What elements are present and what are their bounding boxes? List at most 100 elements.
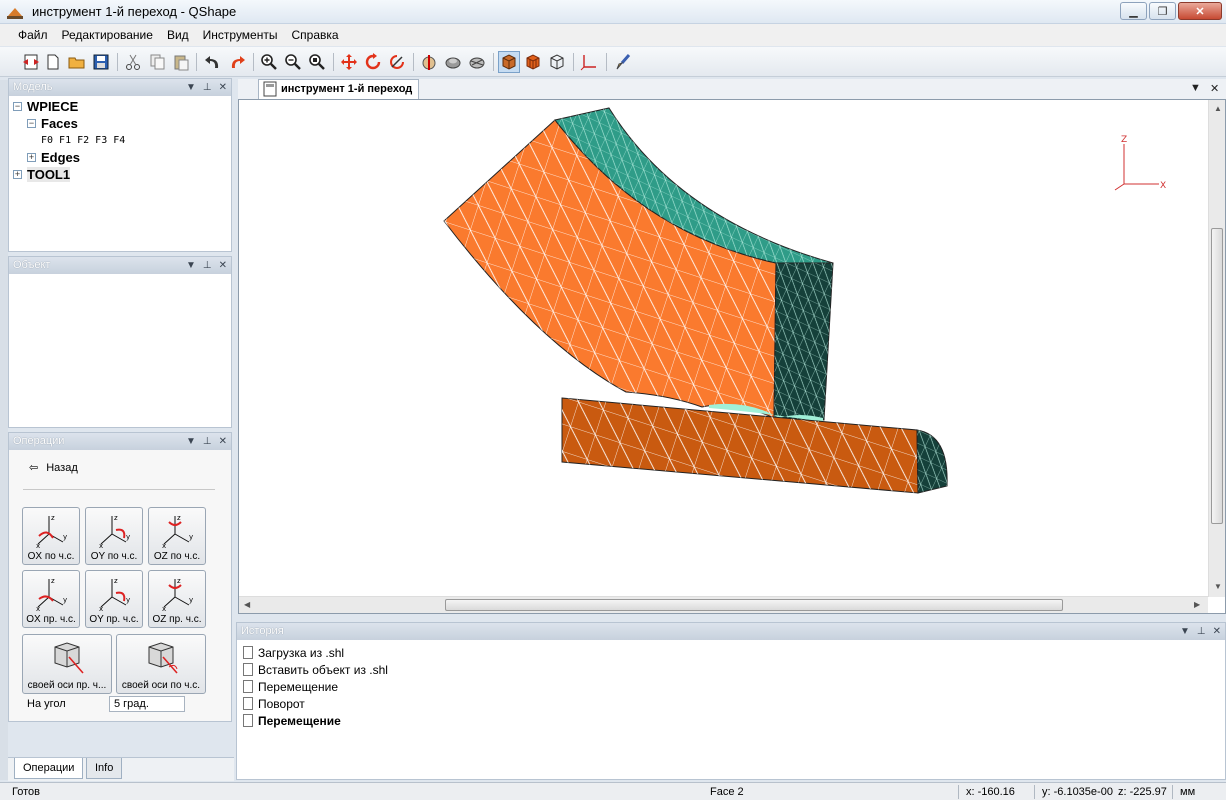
rotate-own-axis-ccw-button[interactable]: своей оси пр. ч... [22, 634, 112, 694]
collapse-icon[interactable]: − [27, 119, 36, 128]
close-icon[interactable]: ✕ [219, 257, 227, 274]
copy-icon[interactable] [146, 51, 168, 73]
history-item[interactable]: Перемещение [243, 678, 1225, 695]
tree-item-tool1[interactable]: + TOOL1 [13, 166, 231, 183]
pin-icon[interactable]: ⊥ [203, 433, 212, 450]
scroll-left-icon[interactable]: ◀ [244, 600, 250, 609]
close-icon[interactable]: ✕ [1210, 82, 1219, 95]
tab-operations[interactable]: Операции [14, 758, 84, 779]
scroll-down-icon[interactable]: ▼ [1214, 582, 1222, 591]
history-item-label: Поворот [258, 696, 305, 711]
svg-text:y: y [189, 596, 193, 604]
status-face: Face 2 [710, 786, 744, 798]
menu-help[interactable]: Справка [291, 28, 338, 42]
zoom-out-icon[interactable] [282, 51, 304, 73]
collapse-icon[interactable]: − [13, 102, 22, 111]
scroll-right-icon[interactable]: ▶ [1194, 600, 1200, 609]
rotate-oz-ccw-button[interactable]: z y x OZ пр. ч.с. [148, 570, 206, 628]
tree-item-wpiece[interactable]: − WPIECE [13, 98, 231, 115]
tree-item-face-list[interactable]: F0 F1 F2 F3 F4 [13, 132, 231, 149]
axis-rotate-icon: z y x [99, 577, 130, 611]
save-icon[interactable] [90, 51, 112, 73]
vertical-scrollbar[interactable]: ▲ ▼ [1208, 100, 1225, 597]
axes-icon[interactable] [578, 51, 600, 73]
chevron-down-icon[interactable]: ▼ [186, 79, 196, 96]
horizontal-scroll-thumb[interactable] [445, 599, 1063, 611]
history-item-current[interactable]: Перемещение [243, 712, 1225, 729]
wireframe-view-icon[interactable] [546, 51, 568, 73]
object-panel: Объект ▼ ⊥ ✕ [8, 256, 232, 428]
toolbar [0, 47, 1226, 77]
close-button[interactable]: ✕ [1178, 2, 1222, 20]
back-button[interactable]: ⇦ Назад [29, 461, 78, 475]
svg-text:z: z [177, 514, 181, 522]
rotate-own-axis-cw-button[interactable]: своей оси по ч.с. [116, 634, 206, 694]
angle-label: На угол [27, 698, 66, 710]
new-doc-icon[interactable] [20, 51, 42, 73]
solid-view-icon[interactable] [498, 51, 520, 73]
zoom-fit-icon[interactable] [306, 51, 328, 73]
tree-item-faces[interactable]: − Faces [13, 115, 231, 132]
button-label: своей оси пр. ч... [27, 680, 107, 691]
chevron-down-icon[interactable]: ▼ [186, 433, 196, 450]
menu-view[interactable]: Вид [167, 28, 189, 42]
move-icon[interactable] [338, 51, 360, 73]
brush-icon[interactable] [612, 51, 634, 73]
new-file-icon[interactable] [42, 51, 64, 73]
shade-icon[interactable] [466, 51, 488, 73]
rotate-icon[interactable] [362, 51, 384, 73]
svg-text:y: y [126, 533, 130, 541]
history-item[interactable]: Вставить объект из .shl [243, 661, 1225, 678]
close-icon[interactable]: ✕ [219, 433, 227, 450]
tree-item-edges[interactable]: + Edges [13, 149, 231, 166]
history-item[interactable]: Поворот [243, 695, 1225, 712]
rotate-ox-ccw-button[interactable]: z y x OX пр. ч.с. [22, 570, 80, 628]
rotate-axis-icon[interactable] [386, 51, 408, 73]
3d-viewport[interactable]: Z X ▲ ▼ ◀ ▶ [238, 99, 1226, 614]
menu-tools[interactable]: Инструменты [203, 28, 278, 42]
rotate-oy-cw-button[interactable]: z y x OY по ч.с. [85, 507, 143, 565]
history-item-label: Загрузка из .shl [258, 645, 345, 660]
menu-file[interactable]: Файл [18, 28, 48, 42]
menu-bar: Файл Редактирование Вид Инструменты Спра… [0, 24, 1226, 46]
expand-icon[interactable]: + [13, 170, 22, 179]
model-render[interactable]: Z X [239, 100, 1209, 597]
tree-item-label: Faces [41, 116, 78, 131]
open-folder-icon[interactable] [66, 51, 88, 73]
history-item[interactable]: Загрузка из .shl [243, 644, 1225, 661]
expand-icon[interactable]: + [27, 153, 36, 162]
pin-icon[interactable]: ⊥ [203, 257, 212, 274]
faces-view-icon[interactable] [522, 51, 544, 73]
rotate-oy-ccw-button[interactable]: z y x OY пр. ч.с. [85, 570, 143, 628]
rotate-oz-cw-button[interactable]: z y x OZ по ч.с. [148, 507, 206, 565]
tab-document[interactable]: инструмент 1-й переход [258, 79, 420, 99]
close-icon[interactable]: ✕ [219, 79, 227, 96]
redo-icon[interactable] [226, 51, 248, 73]
button-label: OZ пр. ч.с. [152, 614, 202, 625]
restore-button[interactable]: ❐ [1149, 2, 1176, 20]
pin-icon[interactable]: ⊥ [203, 79, 212, 96]
history-item-label: Перемещение [258, 713, 341, 728]
chevron-down-icon[interactable]: ▼ [186, 257, 196, 274]
undo-icon[interactable] [202, 51, 224, 73]
paste-icon[interactable] [170, 51, 192, 73]
pin-icon[interactable]: ⊥ [1197, 623, 1206, 640]
chevron-down-icon[interactable]: ▼ [1180, 623, 1190, 640]
horizontal-scrollbar[interactable]: ◀ ▶ [239, 596, 1208, 613]
sphere-icon[interactable] [442, 51, 464, 73]
cut-section-icon[interactable] [418, 51, 440, 73]
scroll-up-icon[interactable]: ▲ [1214, 104, 1222, 113]
angle-input[interactable]: 5 град. [109, 696, 185, 712]
svg-text:x: x [99, 542, 103, 548]
tab-info[interactable]: Info [86, 758, 123, 779]
chevron-down-icon[interactable]: ▼ [1190, 82, 1201, 94]
menu-edit[interactable]: Редактирование [62, 28, 153, 42]
zoom-in-icon[interactable] [258, 51, 280, 73]
axis-rotate-icon: z y x [36, 577, 67, 611]
document-icon [243, 663, 253, 676]
minimize-button[interactable]: ▁ [1120, 2, 1147, 20]
close-icon[interactable]: ✕ [1213, 623, 1221, 640]
vertical-scroll-thumb[interactable] [1211, 228, 1223, 524]
rotate-ox-cw-button[interactable]: z y x OX по ч.с. [22, 507, 80, 565]
cut-icon[interactable] [122, 51, 144, 73]
